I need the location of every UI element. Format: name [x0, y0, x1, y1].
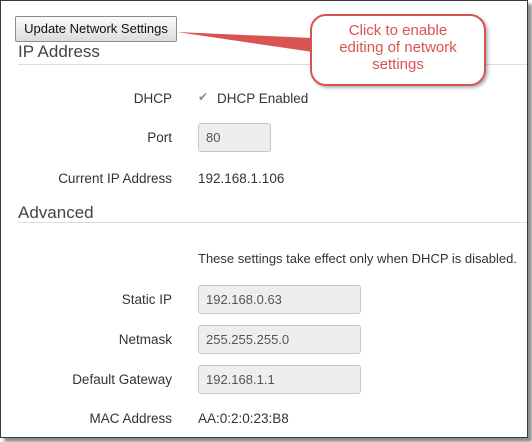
dhcp-checkbox[interactable]: ✔	[198, 91, 210, 103]
port-field[interactable]: 80	[198, 123, 271, 152]
default-gateway-label: Default Gateway	[72, 372, 172, 387]
netmask-label: Netmask	[118, 332, 172, 347]
current-ip-value: 192.168.1.106	[198, 171, 285, 186]
mac-address-value: AA:0:2:0:23:B8	[198, 411, 289, 426]
static-ip-field[interactable]: 192.168.0.63	[198, 285, 361, 314]
dhcp-enabled-label: DHCP Enabled	[217, 91, 309, 106]
callout-bubble: Click to enable editing of network setti…	[310, 14, 486, 86]
dhcp-label: DHCP	[133, 91, 172, 106]
dhcp-note: These settings take effect only when DHC…	[198, 251, 517, 266]
update-network-settings-button[interactable]: Update Network Settings	[15, 16, 177, 42]
mac-address-label: MAC Address	[89, 411, 172, 426]
callout-text-line: Click to enable	[348, 22, 448, 39]
current-ip-label: Current IP Address	[58, 171, 172, 186]
callout-text-line: editing of network	[339, 39, 457, 56]
static-ip-label: Static IP	[121, 292, 172, 307]
callout-text-line: settings	[372, 56, 424, 73]
advanced-heading: Advanced	[18, 203, 94, 222]
callout-arrow	[177, 32, 313, 52]
netmask-field[interactable]: 255.255.255.0	[198, 325, 361, 354]
settings-panel: Update Network Settings IP Address DHCP …	[0, 0, 528, 438]
ip-address-heading: IP Address	[18, 42, 100, 61]
default-gateway-field[interactable]: 192.168.1.1	[198, 365, 361, 394]
section-divider	[18, 222, 527, 223]
port-label: Port	[147, 130, 172, 145]
